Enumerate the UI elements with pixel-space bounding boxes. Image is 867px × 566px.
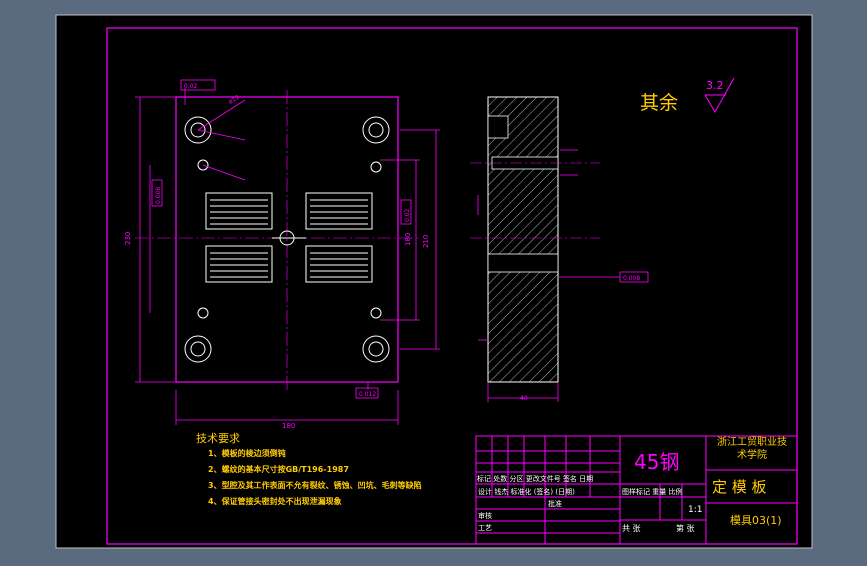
cad-viewport: 230 180 210 180 0.02 0.008 0.012 0.02 ø1… — [0, 0, 867, 562]
tb-process: 工艺 — [478, 524, 492, 532]
tb-designer: 钱杰 — [494, 488, 509, 496]
tb-approve: 批准 — [548, 500, 562, 508]
school-name: 浙江工贸职业技 术学院 — [707, 436, 797, 462]
dim-230: 230 — [124, 232, 132, 245]
school-name-line: 术学院 — [737, 450, 767, 461]
material-label: 45钢 — [634, 450, 680, 474]
tol-frame-1: 0.02 — [184, 83, 198, 90]
tech-requirements-list: 1、模板的棱边须倒钝 2、螺纹的基本尺寸按GB/T196-1987 3、型腔及其… — [208, 446, 422, 510]
tech-requirements-title: 技术要求 — [196, 432, 240, 445]
tb-total-sheets: 共 张 — [622, 524, 641, 533]
tb-count: 处数 — [493, 475, 508, 483]
tol-frame-4: 0.02 — [404, 208, 411, 222]
tb-sheet-no: 第 张 — [676, 524, 695, 533]
tech-requirement-item: 1、模板的棱边须倒钝 — [208, 449, 286, 458]
tol-frame-3: 0.012 — [359, 391, 376, 398]
tb-standardization: 标准化 — [510, 488, 532, 496]
part-name: 定 模 板 — [712, 478, 767, 496]
tb-pattern-mark: 图样标记 — [622, 488, 650, 496]
tb-change-doc: 更改文件号 — [525, 475, 561, 483]
tb-design: 设计 — [478, 488, 492, 496]
tb-weight: 重量 — [652, 488, 667, 496]
roughness-value: 3.2 — [706, 79, 724, 92]
tb-mark: 标记 — [477, 475, 491, 483]
tb-sign: (签名) — [533, 488, 554, 496]
tech-requirement-item: 2、螺纹的基本尺寸按GB/T196-1987 — [208, 465, 349, 474]
title-block-header-row: 标记 处数 分区 更改文件号 签名 日期 — [477, 474, 593, 484]
drawing-number: 模具03(1) — [730, 514, 782, 527]
tech-requirement-item: 4、保证管接头密封处不出现泄漏现象 — [208, 497, 342, 506]
tb-zone: 分区 — [509, 475, 524, 483]
svg-text:210: 210 — [422, 235, 430, 248]
tech-requirement-item: 3、型腔及其工作表面不允有裂纹、锈蚀、凹坑、毛刺等缺陷 — [208, 481, 422, 490]
tb-date: 日期 — [579, 475, 594, 483]
roughness-label: 其余 — [640, 92, 679, 114]
tb-signature: 签名 — [562, 475, 577, 483]
tb-scale: 比例 — [668, 488, 683, 496]
tol-frame-5: 0.008 — [623, 275, 640, 282]
dim-40: 40 — [520, 395, 528, 402]
dim-180: 180 — [282, 422, 295, 430]
tb-review: 审核 — [478, 512, 492, 520]
school-name-line: 浙江工贸职业技 — [717, 437, 787, 448]
svg-text:180: 180 — [404, 233, 412, 246]
tb-date2: (日期) — [555, 488, 575, 496]
title-block-stage-row: 图样标记 重量 比例 — [622, 487, 682, 497]
scale-value: 1:1 — [688, 505, 703, 515]
title-block-design-row: 设计 钱杰 标准化 (签名) (日期) — [478, 487, 575, 497]
tol-frame-2: 0.008 — [155, 187, 162, 204]
drawing-sheet — [55, 14, 813, 549]
